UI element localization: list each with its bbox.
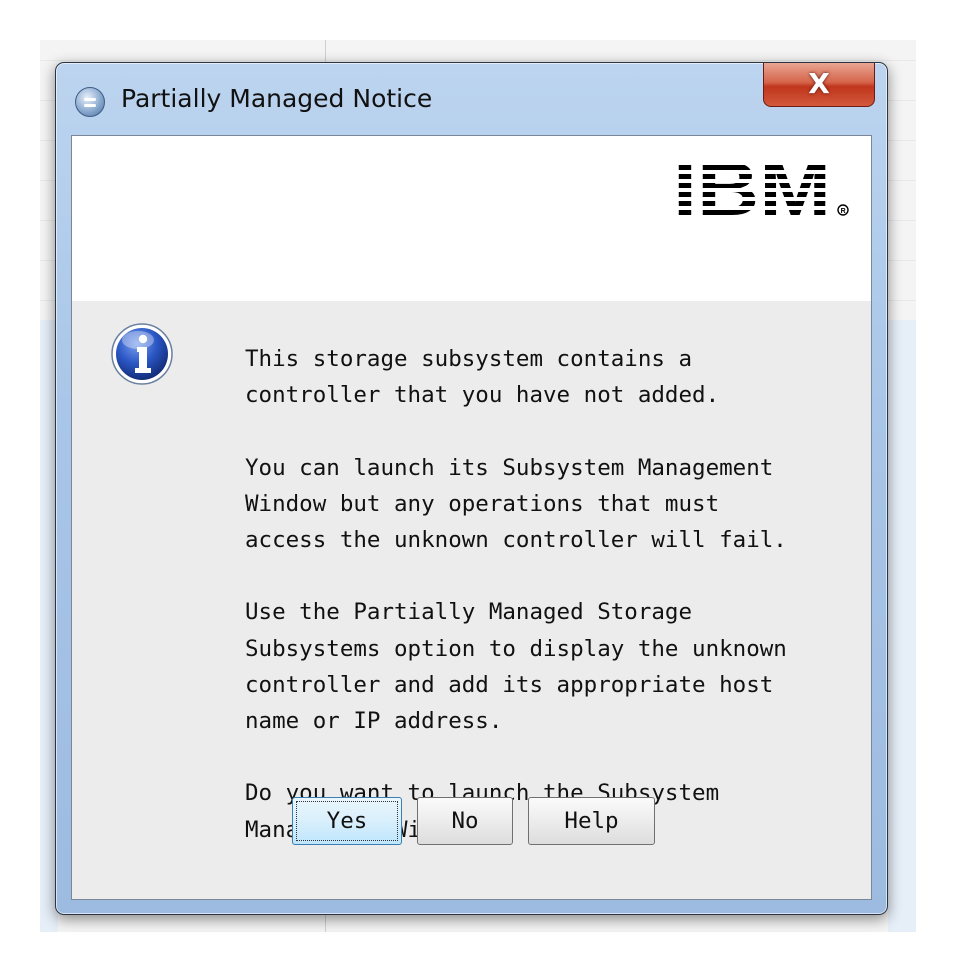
ibm-logo: IBM R [673, 154, 849, 224]
dialog-body: IBM R This storage subsystem contains a … [71, 135, 872, 900]
yes-button[interactable]: Yes [292, 797, 402, 845]
focus-ring [296, 801, 398, 841]
svg-text:R: R [841, 208, 846, 215]
background-band-right [888, 320, 916, 932]
help-button-label: Help [564, 808, 619, 834]
close-button[interactable]: X [763, 63, 875, 107]
no-button[interactable]: No [417, 797, 513, 845]
title-bar[interactable]: Partially Managed Notice X [56, 63, 887, 135]
dialog-window: Partially Managed Notice X IBM R This st… [55, 62, 888, 915]
message-paragraph: You can launch its Subsystem Management … [245, 454, 787, 553]
logo-banner: IBM R [72, 136, 871, 301]
no-button-label: No [451, 808, 479, 834]
info-icon [111, 323, 173, 385]
dialog-title: Partially Managed Notice [121, 84, 433, 113]
message-paragraph: This storage subsystem contains a contro… [245, 346, 720, 409]
close-icon: X [808, 67, 830, 100]
message-paragraph: Use the Partially Managed Storage Subsys… [245, 599, 787, 734]
database-icon [75, 87, 105, 117]
help-button[interactable]: Help [528, 797, 655, 845]
ibm-logo-text: IBM [673, 154, 831, 224]
